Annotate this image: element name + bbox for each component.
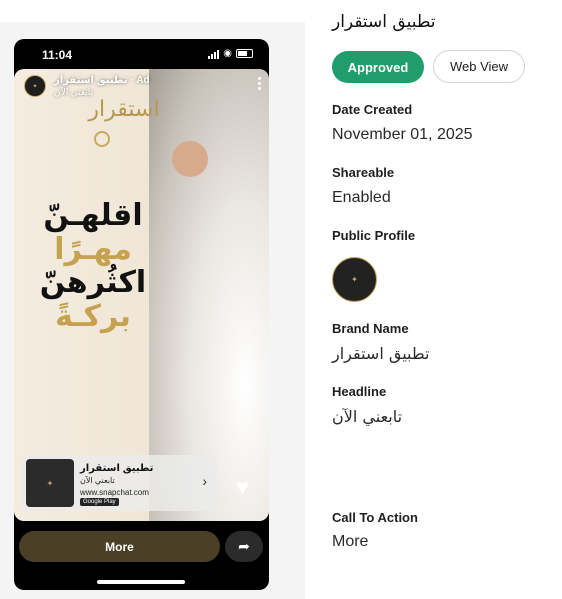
google-play-badge: Google Play (80, 498, 119, 506)
ad-creative[interactable]: ✦ تطبيق استقرار · Ad تابعني الآن استقرار… (14, 69, 269, 521)
date-created-label: Date Created (332, 102, 413, 117)
phone-preview: 11:04 ◉ ✦ تطبيق استقرار · Ad تابعني الآن… (14, 39, 269, 590)
call-to-action-label: Call To Action (332, 510, 418, 525)
phone-status-bar: 11:04 ◉ (14, 39, 269, 69)
more-button[interactable]: More (19, 531, 220, 562)
app-card-url: www.snapchat.com (80, 488, 149, 497)
status-time: 11:04 (42, 48, 73, 62)
app-install-card[interactable]: ✦ تطبيق استقرار تابعني الآن www.snapchat… (22, 455, 217, 511)
public-profile-avatar[interactable]: ✦ (332, 257, 377, 302)
creative-line-4: بركـةً (55, 298, 131, 334)
wifi-icon: ◉ (223, 48, 232, 59)
date-created-value: November 01, 2025 (332, 126, 473, 143)
brand-name-value: تطبيق استقرار (332, 344, 430, 363)
kebab-menu-icon[interactable] (258, 77, 261, 90)
creative-headline: اقلهـنّ مهـرًا اكثُرهنّ بركـةً (28, 199, 158, 333)
creative-line-3: اكثُرهنّ (39, 265, 147, 301)
battery-icon (236, 49, 253, 58)
creative-line-2: مهـرًا (54, 231, 132, 267)
headline-label: Headline (332, 384, 387, 399)
web-view-button[interactable]: Web View (433, 50, 525, 83)
app-card-title: تطبيق استقرار (80, 463, 154, 474)
status-badge: Approved (332, 51, 424, 83)
chevron-right-icon[interactable]: › (202, 473, 207, 489)
signal-icon (208, 49, 220, 59)
ad-account-name: تطبيق استقرار · Ad (54, 75, 150, 86)
home-indicator (97, 580, 185, 584)
shareable-label: Shareable (332, 165, 395, 180)
page-title: تطبيق استقرار (332, 12, 436, 32)
brand-name-label: Brand Name (332, 321, 409, 336)
app-icon: ✦ (26, 459, 74, 507)
brand-logo: استقرار (88, 97, 160, 122)
heart-icon[interactable]: ♥ (236, 474, 249, 500)
public-profile-label: Public Profile (332, 228, 416, 243)
headline-value: تابعني الآن (332, 407, 403, 426)
hand-graphic (172, 141, 208, 177)
call-to-action-value: More (332, 533, 369, 550)
ad-avatar[interactable]: ✦ (24, 75, 46, 97)
status-icons: ◉ (208, 48, 253, 59)
share-arrow-icon[interactable]: ➦ (225, 531, 263, 562)
ring-icon (94, 131, 110, 147)
app-card-subtitle: تابعني الآن (80, 476, 115, 485)
shareable-value: Enabled (332, 189, 391, 206)
creative-line-1: اقلهـنّ (43, 198, 143, 233)
